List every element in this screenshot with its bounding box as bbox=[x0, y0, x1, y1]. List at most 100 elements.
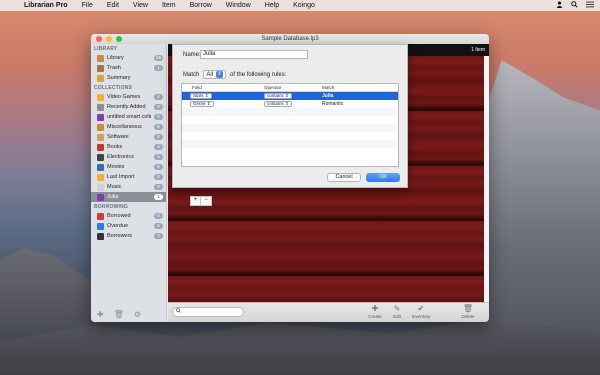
sidebar-item-label: untitled smart colle... bbox=[107, 114, 151, 120]
menu-item[interactable]: Item bbox=[155, 2, 183, 9]
rule-operator-value: contains bbox=[267, 93, 284, 98]
delete-collection-icon[interactable]: 🗑 bbox=[114, 310, 124, 319]
rule-field-popup[interactable]: Genre ⇕ bbox=[190, 101, 214, 107]
sidebar-item-count-badge: 3 bbox=[154, 233, 163, 239]
match-label: Match bbox=[183, 71, 200, 78]
table-row[interactable]: Genre ⇕ contains ⇕ Romantic bbox=[182, 100, 398, 108]
rule-operator-popup[interactable]: contains ⇕ bbox=[264, 101, 292, 107]
sidebar-item-label: Borrowers bbox=[107, 233, 133, 239]
name-label: Name: bbox=[183, 52, 201, 58]
window-title: Sample Database.lp3 bbox=[261, 36, 319, 42]
sidebar-item-library[interactable]: Library 26 bbox=[91, 53, 166, 63]
movies-icon bbox=[97, 163, 104, 171]
column-header-field[interactable]: Field bbox=[192, 85, 202, 90]
sidebar-item-summary[interactable]: Summary bbox=[91, 73, 166, 83]
cancel-button[interactable]: Cancel bbox=[327, 173, 361, 182]
sidebar-item-miscellaneous[interactable]: Miscellaneous 8 bbox=[91, 122, 166, 132]
last-import-icon bbox=[97, 173, 104, 181]
delete-label: Delete bbox=[461, 314, 475, 319]
inventory-check-icon: ✔ bbox=[417, 304, 425, 313]
sidebar-item-julia[interactable]: Julia 1 bbox=[91, 192, 166, 202]
rule-field-popup[interactable]: Stars ⇕ bbox=[190, 93, 212, 99]
create-button[interactable]: ✚ Create bbox=[363, 304, 387, 319]
rule-operator-cell: contains ⇕ bbox=[264, 92, 292, 100]
sidebar-item-music[interactable]: Music 0 bbox=[91, 182, 166, 192]
summary-icon bbox=[97, 74, 104, 82]
notification-center-icon[interactable] bbox=[586, 1, 594, 10]
trash-icon bbox=[97, 64, 104, 72]
sidebar-item-borrowed[interactable]: Borrowed 0 bbox=[91, 211, 166, 221]
add-rule-button[interactable]: + bbox=[191, 197, 201, 205]
sidebar-item-count-badge: 5 bbox=[154, 154, 163, 160]
rule-field-cell: Genre ⇕ bbox=[190, 100, 214, 108]
spotlight-search-icon[interactable] bbox=[571, 1, 578, 10]
rule-match-cell: Romantic bbox=[322, 100, 343, 108]
rule-field-value: Genre bbox=[193, 101, 206, 106]
menu-window[interactable]: Window bbox=[219, 2, 258, 9]
sidebar-item-count-badge: 0 bbox=[154, 104, 163, 110]
add-remove-rule-control: + − bbox=[190, 196, 212, 206]
software-icon bbox=[97, 133, 104, 141]
item-count: 1 Item bbox=[471, 47, 485, 53]
edit-button[interactable]: ✎ Edit bbox=[385, 304, 409, 319]
sidebar-item-trash[interactable]: Trash 1 bbox=[91, 63, 166, 73]
sidebar-item-label: Last Import bbox=[107, 174, 135, 180]
settings-gear-icon[interactable]: ⚙ bbox=[134, 310, 141, 319]
sidebar-item-books[interactable]: Books 4 bbox=[91, 142, 166, 152]
borrowed-icon bbox=[97, 212, 104, 220]
menu-edit[interactable]: Edit bbox=[100, 2, 126, 9]
delete-button[interactable]: 🗑 Delete bbox=[456, 304, 480, 319]
sidebar-item-count-badge: 4 bbox=[154, 94, 163, 100]
music-icon bbox=[97, 183, 104, 191]
sidebar-item-label: Miscellaneous bbox=[107, 124, 142, 130]
add-collection-icon[interactable]: ✚ bbox=[97, 310, 104, 319]
menu-koingo[interactable]: Koingo bbox=[286, 2, 322, 9]
sidebar: LIBRARY Library 26 Trash 1 Summary COLLECTIO… bbox=[91, 44, 167, 322]
sidebar-footer: ✚ 🗑 ⚙ bbox=[91, 306, 167, 322]
table-row-empty bbox=[182, 140, 398, 148]
sidebar-item-last-import[interactable]: Last Import 0 bbox=[91, 172, 166, 182]
name-field[interactable]: Julia bbox=[200, 50, 308, 59]
sidebar-item-label: Books bbox=[107, 144, 123, 150]
menu-app-name[interactable]: Librarian Pro bbox=[18, 2, 75, 9]
inventory-button[interactable]: ✔ Inventory bbox=[409, 304, 433, 319]
ok-button[interactable]: OK bbox=[366, 173, 400, 182]
sidebar-item-movies[interactable]: Movies 6 bbox=[91, 162, 166, 172]
rule-operator-popup[interactable]: contains ⇕ bbox=[264, 93, 292, 99]
edit-label: Edit bbox=[393, 314, 401, 319]
sidebar-item-untitled-smart-colle[interactable]: untitled smart colle...0 bbox=[91, 112, 166, 122]
match-suffix: of the following rules: bbox=[230, 71, 287, 78]
rule-match-value[interactable]: Julia bbox=[322, 93, 333, 99]
title-bar[interactable]: Sample Database.lp3 bbox=[91, 34, 489, 44]
books-icon bbox=[97, 143, 104, 151]
sidebar-item-label: Julia bbox=[107, 194, 119, 200]
match-mode-popup[interactable]: All ⇕ bbox=[203, 70, 227, 79]
sidebar-item-electronics[interactable]: Electronics 5 bbox=[91, 152, 166, 162]
sidebar-item-count-badge: 26 bbox=[154, 55, 163, 61]
remove-rule-button[interactable]: − bbox=[201, 197, 211, 205]
table-row[interactable]: Stars ⇕ contains ⇕ Julia bbox=[182, 92, 398, 100]
sidebar-item-label: Electronics bbox=[107, 154, 134, 160]
user-icon[interactable] bbox=[556, 1, 563, 10]
menu-bar: Librarian Pro File Edit View Item Borrow… bbox=[0, 0, 600, 11]
sidebar-item-borrowers[interactable]: Borrowers 3 bbox=[91, 231, 166, 241]
search-field[interactable] bbox=[172, 307, 244, 317]
sidebar-section-collections: COLLECTIONS bbox=[94, 85, 133, 91]
menu-borrow[interactable]: Borrow bbox=[183, 2, 219, 9]
column-header-match[interactable]: Match bbox=[322, 85, 334, 90]
sidebar-item-label: Software bbox=[107, 134, 129, 140]
sidebar-item-count-badge: 6 bbox=[154, 164, 163, 170]
menu-help[interactable]: Help bbox=[258, 2, 286, 9]
create-label: Create bbox=[368, 314, 382, 319]
menu-file[interactable]: File bbox=[75, 2, 100, 9]
menu-view[interactable]: View bbox=[126, 2, 155, 9]
rule-match-value[interactable]: Romantic bbox=[322, 101, 343, 107]
sidebar-item-software[interactable]: Software 8 bbox=[91, 132, 166, 142]
vertical-scrollbar[interactable] bbox=[484, 56, 489, 302]
column-header-operator[interactable]: Operator bbox=[264, 85, 282, 90]
sidebar-item-video-games[interactable]: Video Games 4 bbox=[91, 92, 166, 102]
sidebar-item-recently-added[interactable]: Recently Added 0 bbox=[91, 102, 166, 112]
sidebar-item-overdue[interactable]: Overdue 0 bbox=[91, 221, 166, 231]
sidebar-item-label: Library bbox=[107, 55, 124, 61]
overdue-icon bbox=[97, 222, 104, 230]
